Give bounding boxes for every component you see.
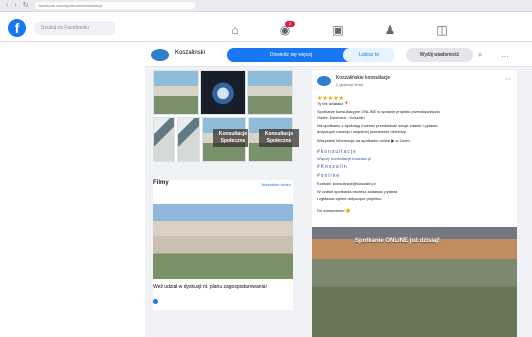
hashtag-row[interactable]: #Koszalin [317,164,348,170]
like-button[interactable]: Lubisz to [343,48,395,62]
post-promo-image[interactable]: Spotkanie ONLINE już dzisiaj! [312,227,517,337]
post-line: Na spotkaniu z dyskusją możesz przedstaw… [317,123,438,128]
search-input[interactable]: Szukaj na Facebooku [34,21,116,35]
left-sidebar [0,42,145,337]
post-author[interactable]: Koszalińskie konsultacje [336,75,390,81]
photo-5[interactable] [177,117,200,162]
facebook-topbar: f Szukaj na Facebooku ⌂ ◉ 2 ▣ ♟ ◫ [0,12,532,42]
page-avatar[interactable] [151,49,169,61]
facebook-post: Koszalińskie konsultacje 2 godziny temu … [312,70,517,337]
browser-bar: ‹ › ↻ facebook.com/spolecznekonsultacje [0,0,532,12]
page-search-icon[interactable]: ⌕ [478,50,482,60]
post-line: i zgłaszać opinie dotyczące projektu. [317,196,382,201]
films-card: Filmy Wszystkie wideo Weź udział w dysku… [153,180,293,310]
photo-label: Konsultacje Społeczne [259,129,299,147]
photo-2[interactable] [200,70,246,115]
photo-7[interactable]: Konsultacje Społeczne [248,117,299,162]
footer-text [0,328,290,337]
photo-label: Konsultacje Społeczne [213,129,253,147]
see-all-videos-link[interactable]: Wszystkie wideo [261,182,291,187]
facebook-logo[interactable]: f [8,19,26,37]
page-header: Koszalinski Dowiedz się więcej Lubisz to… [145,42,532,67]
notification-badge: 2 [285,21,295,27]
send-message-button[interactable]: Wyślij wiadomość [406,48,473,62]
post-line: Wszystkie informacje na spotkaniu online… [317,138,410,143]
home-icon[interactable]: ⌂ [226,22,244,38]
gaming-icon[interactable]: ◫ [433,22,451,38]
post-line: Ty też działasz 📍 [317,101,350,106]
post-line: Gdzie: Dzielnica - Koszalin [317,115,365,120]
page-name[interactable]: Koszalinski [175,50,205,56]
post-avatar[interactable] [317,76,331,86]
forward-icon[interactable]: › [14,2,16,9]
hashtag-row[interactable]: #online [317,173,340,179]
video-thumbnail[interactable] [153,204,293,279]
photo-3[interactable] [247,70,293,115]
post-line: Do zobaczenia! 🙂 [317,208,351,213]
post-line: Kontakt: konsultacje@koszalin.pl [317,181,376,186]
films-title: Filmy [153,180,169,186]
post-line: W czasie spotkania możesz zadawać pytani… [317,189,398,194]
photo-6[interactable]: Konsultacje Społeczne [202,117,253,162]
photo-4[interactable] [153,117,175,162]
post-time: 2 godziny temu [336,82,364,87]
refresh-icon[interactable]: ↻ [23,2,29,9]
post-menu-icon[interactable]: ⋯ [505,76,511,83]
post-line: dotyczące rozwoju i wspólnej przestrzeni… [317,129,407,134]
photo-1[interactable] [153,70,199,115]
learn-more-button[interactable]: Dowiedz się więcej [227,48,355,62]
back-icon[interactable]: ‹ [6,2,8,9]
more-options-icon[interactable]: … [501,50,509,59]
post-link[interactable]: Więcej: konsultacje.koszalin.pl [317,156,371,161]
hashtag-row[interactable]: #konsultacje [317,149,357,155]
groups-icon[interactable]: ♟ [381,22,399,38]
photo-grid: Konsultacje Społeczne Konsultacje Społec… [153,70,299,162]
address-bar[interactable]: facebook.com/spolecznekonsultacje [34,2,195,9]
marketplace-icon[interactable]: ▣ [329,22,347,38]
video-caption[interactable]: Weź udział w dyskusji nt. planu zagospod… [153,284,293,290]
video-action-icon[interactable] [153,299,158,304]
promo-title: Spotkanie ONLINE już dzisiaj! [355,238,441,244]
post-line: Spotkanie konsultacyjne ONLINE w sprawie… [317,109,440,114]
